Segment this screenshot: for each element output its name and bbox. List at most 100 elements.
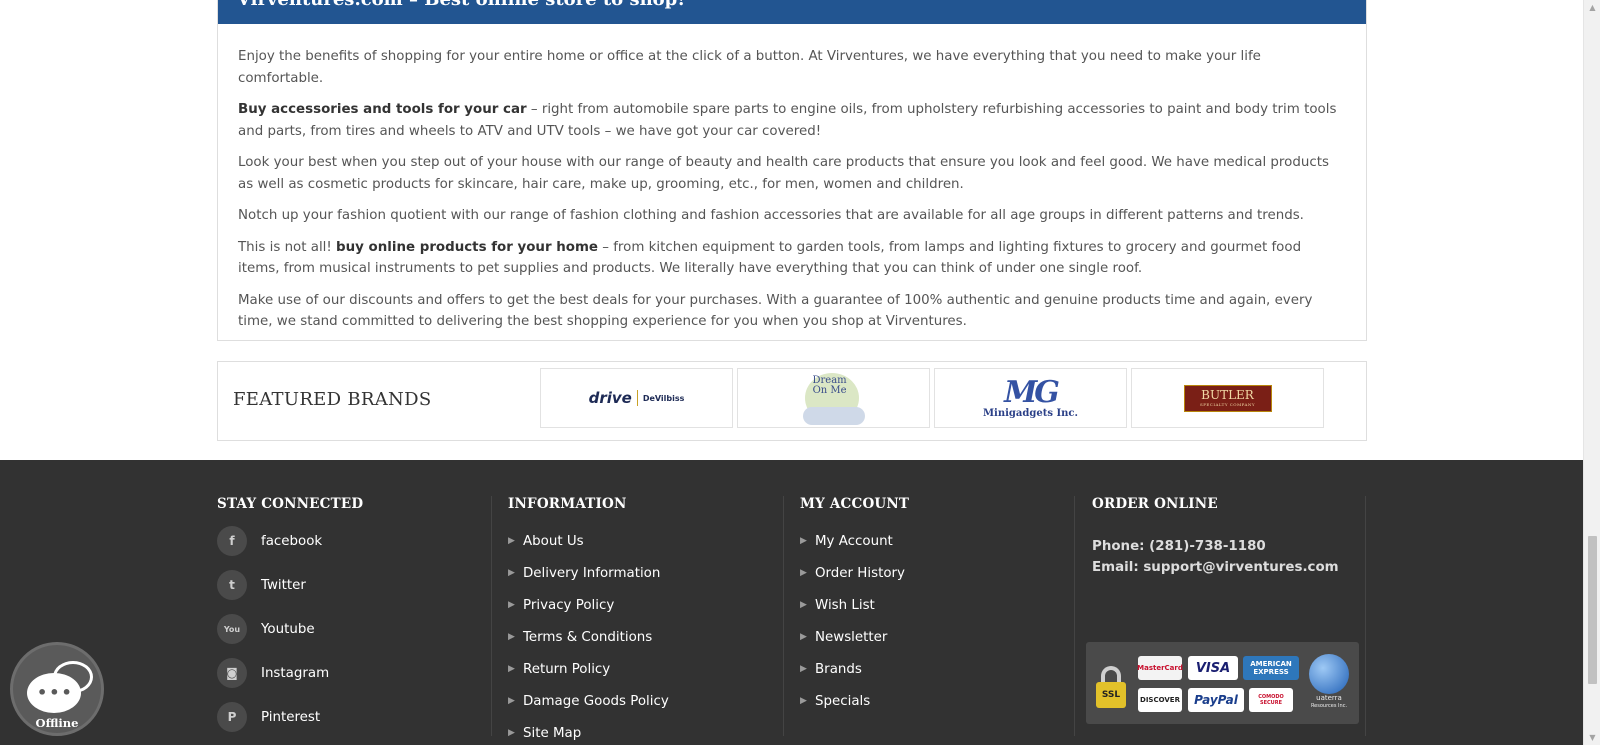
social-youtube[interactable]: You Youtube [217,614,477,644]
link-about-us[interactable]: ▶ About Us [508,534,768,566]
instagram-icon: ◙ [217,658,247,688]
link-label: Order History [815,566,905,581]
chevron-right-icon: ▶ [508,664,515,674]
ellipsis-icon: ••• [37,683,74,702]
information-column: INFORMATION ▶ About Us ▶ Delivery Informat… [508,496,768,745]
dream-line-2: On Me [812,385,847,396]
brand-drive-devilbiss[interactable]: drive DeVilbiss [540,368,733,428]
about-paragraph-6: Make use of our discounts and offers to … [238,292,1313,330]
link-label: My Account [815,534,893,549]
mastercard-icon: MasterCard [1137,656,1183,680]
footer-divider [783,496,784,736]
link-label: Newsletter [815,630,888,645]
link-order-history[interactable]: ▶ Order History [800,566,1060,598]
link-brands[interactable]: ▶ Brands [800,662,1060,694]
link-my-account[interactable]: ▶ My Account [800,534,1060,566]
featured-brands: FEATURED BRANDS drive DeVilbiss Dream On… [217,361,1367,441]
devilbiss-logo-text: DeVilbiss [642,393,685,403]
about-body: Enjoy the benefits of shopping for your … [218,24,1366,333]
brand-dream-on-me[interactable]: Dream On Me [737,368,930,428]
cloud-shape [802,407,865,425]
home-products-bold: buy online products for your home [336,239,598,255]
about-p5-intro: This is not all! [238,239,337,255]
link-label: Brands [815,662,862,677]
chevron-right-icon: ▶ [800,664,807,674]
about-paragraph-2: Buy accessories and tools for your car –… [238,99,1346,142]
link-site-map[interactable]: ▶ Site Map [508,726,768,745]
link-label: Site Map [523,726,582,741]
dream-on-me-text: Dream On Me [813,376,847,396]
link-damage-goods-policy[interactable]: ▶ Damage Goods Policy [508,694,768,726]
order-online-column: ORDER ONLINE Phone: (281)-738-1180 Email… [1086,496,1362,724]
link-privacy-policy[interactable]: ▶ Privacy Policy [508,598,768,630]
social-facebook[interactable]: f facebook [217,526,477,556]
drive-logo: drive DeVilbiss [589,389,685,407]
link-return-policy[interactable]: ▶ Return Policy [508,662,768,694]
social-youtube-label: Youtube [261,621,315,637]
chevron-right-icon: ▶ [508,536,515,546]
site-footer: STAY CONNECTED f facebook t Twitter You … [0,460,1583,745]
about-heading-bar: Virventures.com – Best online store to s… [218,0,1366,24]
link-label: Damage Goods Policy [523,694,669,709]
footer-divider [1365,496,1366,736]
link-delivery-information[interactable]: ▶ Delivery Information [508,566,768,598]
chevron-right-icon: ▶ [800,696,807,706]
amex-icon: AMERICAN EXPRESS [1243,656,1299,680]
page-scrollbar[interactable]: ▲ ▼ [1583,0,1600,745]
chevron-right-icon: ▶ [800,536,807,546]
uaterra-globe-icon: uaterra Resources Inc. [1307,654,1351,712]
about-paragraph-4: Notch up your fashion quotient with our … [238,208,1304,223]
live-chat-button[interactable]: ••• Offline [10,642,104,736]
link-terms-conditions[interactable]: ▶ Terms & Conditions [508,630,768,662]
information-title: INFORMATION [508,496,627,512]
social-instagram[interactable]: ◙ Instagram [217,658,477,688]
twitter-icon: t [217,570,247,600]
link-label: Privacy Policy [523,598,615,613]
featured-brands-title: FEATURED BRANDS [233,389,432,410]
brand-minigadgets[interactable]: MG Minigadgets Inc. [934,368,1127,428]
link-wish-list[interactable]: ▶ Wish List [800,598,1060,630]
chevron-right-icon: ▶ [800,600,807,610]
drive-logo-text: drive [588,389,632,407]
about-paragraph-3: Look your best when you step out of your… [238,155,1329,192]
facebook-icon: f [217,526,247,556]
social-pinterest-label: Pinterest [261,709,321,725]
social-pinterest[interactable]: P Pinterest [217,702,477,732]
pinterest-icon: P [217,702,247,732]
chevron-right-icon: ▶ [508,568,515,578]
link-label: Terms & Conditions [523,630,653,645]
my-account-links: ▶ My Account ▶ Order History ▶ Wish List ▶ N… [800,534,1060,726]
link-specials[interactable]: ▶ Specials [800,694,1060,726]
ssl-lock-icon: SSL [1094,666,1128,708]
footer-divider [1074,496,1075,736]
support-email[interactable]: Email: support@virventures.com [1092,557,1362,578]
payment-methods: SSL MasterCard VISA AMERICAN EXPRESS DIS… [1086,642,1359,724]
chevron-right-icon: ▶ [508,632,515,642]
social-twitter-label: Twitter [261,577,306,593]
uaterra-label: uaterra [1316,694,1342,702]
minigadgets-logo: MG Minigadgets Inc. [983,374,1078,419]
scrollbar-thumb[interactable] [1588,536,1597,684]
paypal-icon: PayPal [1188,688,1244,712]
social-links: f facebook t Twitter You Youtube ◙ Insta… [217,526,477,732]
phone-number: Phone: (281)-738-1180 [1092,539,1266,554]
link-label: Return Policy [523,662,611,677]
scroll-down-arrow-icon[interactable]: ▼ [1584,730,1600,745]
butler-logo-text: BUTLER [1201,387,1254,402]
chat-status: Offline [35,716,79,730]
butler-logo-subtext: SPECIALTY COMPANY [1199,401,1256,407]
butler-logo: BUTLER SPECIALTY COMPANY [1183,384,1272,412]
ssl-label: SSL [1096,682,1126,708]
social-instagram-label: Instagram [261,665,330,681]
footer-divider [491,496,492,736]
chevron-right-icon: ▶ [800,568,807,578]
social-twitter[interactable]: t Twitter [217,570,477,600]
about-paragraph-1: Enjoy the benefits of shopping for your … [238,49,1261,86]
about-paragraph-5: This is not all! buy online products for… [238,237,1346,280]
scroll-up-arrow-icon[interactable]: ▲ [1584,0,1600,15]
chevron-right-icon: ▶ [508,728,515,738]
brand-butler[interactable]: BUTLER SPECIALTY COMPANY [1131,368,1324,428]
minigadgets-mark: MG [1004,374,1060,410]
globe-shape [1309,654,1349,694]
link-newsletter[interactable]: ▶ Newsletter [800,630,1060,662]
